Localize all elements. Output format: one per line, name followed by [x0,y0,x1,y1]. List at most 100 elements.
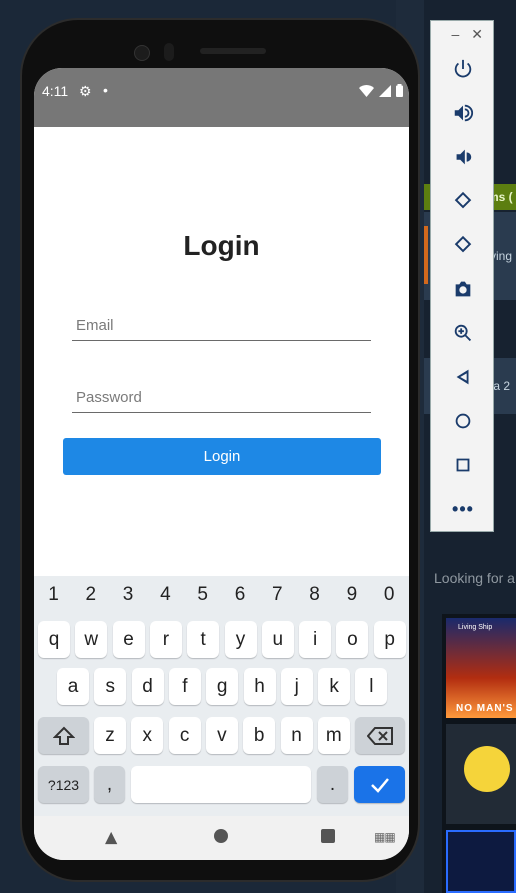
status-icons [359,84,403,97]
letter-key[interactable]: u [261,621,294,658]
number-key[interactable]: 2 [72,584,109,606]
nav-back-icon[interactable]: ◀ [102,832,122,844]
letter-key[interactable]: w [75,621,108,658]
letter-key[interactable]: x [131,717,164,754]
volume-down-icon [456,149,472,165]
letter-key[interactable]: z [94,717,126,754]
zoom-icon [454,324,472,342]
period-key[interactable]: . [317,766,348,803]
shift-icon [52,726,75,745]
emulator-window-controls: – ✕ [431,21,493,47]
letter-key[interactable]: t [187,621,220,658]
letter-key[interactable]: g [206,668,239,705]
letter-key[interactable]: c [168,717,201,754]
number-key[interactable]: 4 [147,584,184,606]
battery-icon [396,84,403,97]
thumbnail-caption: Living Ship [458,624,493,631]
letter-key[interactable]: n [280,717,313,754]
number-key[interactable]: 1 [35,584,72,606]
backspace-icon [367,726,393,745]
more-button[interactable]: ••• [431,487,495,531]
email-field[interactable] [72,308,377,342]
phone-screen: 4:11 ⚙ • Login Login 1234567890 qwertyui… [34,68,409,860]
volume-down-button[interactable] [431,135,495,179]
rotate-right-icon [454,235,472,253]
shift-key[interactable] [38,717,89,754]
number-key[interactable]: 3 [110,584,147,606]
power-button[interactable] [431,47,495,91]
letter-key[interactable]: v [205,717,238,754]
letter-key[interactable]: s [94,668,127,705]
letter-key[interactable]: o [336,621,369,658]
letter-key[interactable]: l [355,668,388,705]
password-input[interactable] [72,380,377,414]
background-looking-text: Looking for a [434,570,515,586]
wifi-icon [359,84,374,97]
symbols-key[interactable]: ?123 [38,766,89,803]
power-icon [454,59,472,78]
background-game-thumbnail [446,724,516,824]
zoom-button[interactable] [431,311,495,355]
signal-icon [379,84,391,97]
sensor [164,43,174,61]
checkmark-icon [370,777,389,793]
enter-key[interactable] [354,766,405,803]
settings-icon: ⚙ [79,83,92,99]
number-key[interactable]: 8 [296,584,333,606]
rotate-right-button[interactable] [431,223,495,267]
letter-key[interactable]: e [112,621,145,658]
number-key[interactable]: 5 [184,584,221,606]
letter-key[interactable]: f [168,668,201,705]
backspace-key[interactable] [355,717,405,754]
login-button[interactable]: Login [63,438,381,475]
screenshot-button[interactable] [431,267,495,311]
back-button[interactable] [431,355,495,399]
thumbnail-art [464,746,510,792]
thumbnail-title: NO MAN'S [456,703,514,714]
number-key[interactable]: 7 [259,584,296,606]
close-icon[interactable]: ✕ [471,26,483,43]
soft-keyboard: 1234567890 qwertyuiop asdfghjkl zxcvbnm … [34,576,409,816]
background-game-thumbnail: Living Ship NO MAN'S [446,618,516,718]
password-field[interactable] [72,380,377,414]
letter-key[interactable]: a [57,668,89,705]
letter-key[interactable]: i [299,621,332,658]
space-key[interactable] [131,766,311,803]
status-time: 4:11 [42,83,69,99]
letter-key[interactable]: p [373,621,406,658]
comma-key[interactable]: , [94,766,125,803]
letter-key[interactable]: b [243,717,276,754]
letter-key[interactable]: m [317,717,350,754]
home-button[interactable] [431,399,495,443]
overview-button[interactable] [431,443,495,487]
nav-recents-icon[interactable] [321,829,335,843]
overview-icon [456,458,470,472]
camera-icon [455,281,471,297]
background-accent-bar [424,226,428,284]
volume-up-icon [454,104,474,122]
letter-key[interactable]: h [243,668,276,705]
home-icon [455,413,471,429]
rotate-left-icon [454,191,472,209]
letter-key[interactable]: j [280,668,313,705]
minimize-icon[interactable]: – [451,26,459,42]
letter-key[interactable]: r [149,621,182,658]
notification-dot-icon: • [103,82,108,98]
earpiece-speaker [200,48,266,54]
more-icon: ••• [452,498,474,519]
emulator-toolbar: – ✕ ••• [430,20,494,532]
back-icon [456,369,469,385]
number-key[interactable]: 0 [371,584,408,606]
letter-key[interactable]: k [318,668,351,705]
rotate-left-button[interactable] [431,179,495,223]
letter-key[interactable]: q [38,621,70,658]
number-key[interactable]: 9 [333,584,370,606]
status-bar: 4:11 ⚙ • [34,68,409,127]
keyboard-switch-icon[interactable]: ▦▦ [374,830,396,844]
letter-key[interactable]: y [224,621,257,658]
email-input[interactable] [72,308,377,342]
nav-home-icon[interactable] [214,829,228,843]
number-key[interactable]: 6 [222,584,259,606]
volume-up-button[interactable] [431,91,495,135]
letter-key[interactable]: d [131,668,164,705]
